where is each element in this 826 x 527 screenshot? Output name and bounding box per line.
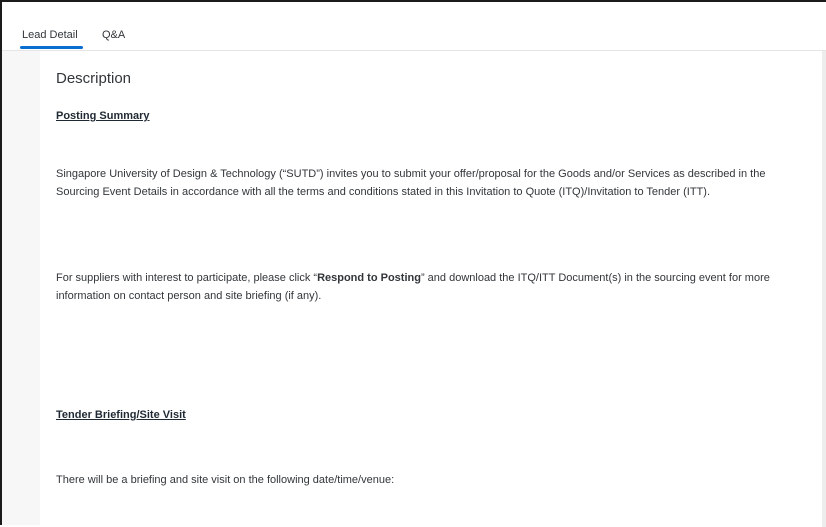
respond-to-posting-text: Respond to Posting xyxy=(317,272,421,284)
scrollbar-track[interactable] xyxy=(822,51,826,527)
tab-qa[interactable]: Q&A xyxy=(102,29,125,41)
app-frame: Lead Detail Q&A Description Posting Summ… xyxy=(0,0,826,527)
briefing-paragraph: There will be a briefing and site visit … xyxy=(56,474,395,486)
lead-detail-panel: Description Posting Summary Singapore Un… xyxy=(40,51,824,527)
invite-paragraph: Singapore University of Design & Technol… xyxy=(56,168,766,198)
tab-lead-detail[interactable]: Lead Detail xyxy=(22,29,78,41)
posting-summary-heading: Posting Summary xyxy=(56,110,150,122)
active-tab-indicator xyxy=(20,46,83,49)
respond-paragraph: For suppliers with interest to participa… xyxy=(56,269,776,305)
tab-bar: Lead Detail Q&A xyxy=(2,2,826,51)
tender-briefing-heading: Tender Briefing/Site Visit xyxy=(56,409,186,421)
description-title: Description xyxy=(56,70,132,87)
respond-text-before: For suppliers with interest to participa… xyxy=(56,272,318,284)
